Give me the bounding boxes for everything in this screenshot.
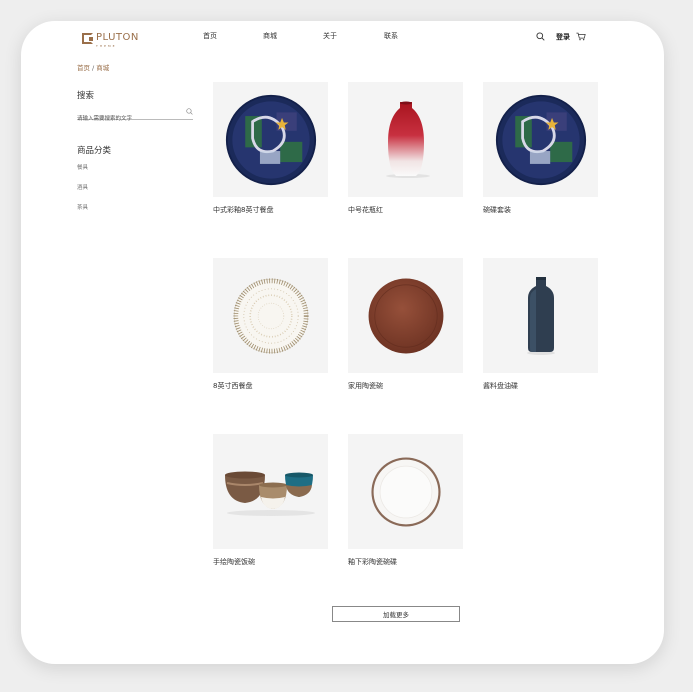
product-name[interactable]: 家用陶瓷碗	[348, 381, 463, 391]
product-image[interactable]	[348, 434, 463, 549]
decorated-plate-icon	[495, 94, 586, 185]
nav-shop[interactable]: 商城	[263, 31, 277, 41]
product-name[interactable]: 中号花瓶红	[348, 205, 463, 215]
page-card: PLUTON THEME 首页 商城 关于 联系 登录 首页/商城 搜索 商品分…	[21, 21, 664, 664]
product-card[interactable]: 釉下彩陶瓷碗碟	[348, 434, 463, 567]
product-image[interactable]	[213, 82, 328, 197]
product-name[interactable]: 中式彩釉8英寸餐盘	[213, 205, 328, 215]
product-image[interactable]	[348, 82, 463, 197]
product-image[interactable]	[348, 258, 463, 373]
product-name[interactable]: 酱料盘油碟	[483, 381, 598, 391]
product-card[interactable]: 碗碟套装	[483, 82, 598, 215]
product-card[interactable]: 中号花瓶红	[348, 82, 463, 215]
logo-mark-icon	[82, 32, 93, 44]
product-image[interactable]	[483, 82, 598, 197]
load-more-button[interactable]: 加载更多	[332, 606, 460, 622]
product-card[interactable]: 手绘陶瓷饭碗	[213, 434, 328, 567]
search-input[interactable]	[77, 113, 181, 125]
striped-plate-icon	[232, 277, 309, 354]
category-item[interactable]: 餐具	[77, 163, 88, 171]
nav-about[interactable]: 关于	[323, 31, 337, 41]
category-item[interactable]: 酒具	[77, 183, 88, 191]
breadcrumb: 首页 / 商城	[77, 62, 109, 72]
brown-plate-icon	[368, 278, 443, 353]
login-link[interactable]: 登录	[556, 32, 570, 42]
category-item[interactable]: 茶具	[77, 203, 88, 211]
search-title: 搜索	[77, 91, 95, 101]
bowls-icon	[224, 471, 315, 516]
product-image[interactable]	[483, 258, 598, 373]
cart-icon[interactable]	[576, 32, 586, 41]
search-icon[interactable]	[186, 108, 193, 115]
brand-name: PLUTON	[96, 32, 139, 43]
product-image[interactable]	[213, 434, 328, 549]
product-image[interactable]	[213, 258, 328, 373]
search-box	[77, 105, 193, 125]
product-card[interactable]: 8英寸西餐盘	[213, 258, 328, 391]
product-name[interactable]: 釉下彩陶瓷碗碟	[348, 557, 463, 567]
product-card[interactable]: 酱料盘油碟	[483, 258, 598, 391]
white-plate-icon	[370, 456, 441, 527]
breadcrumb-current: 商城	[96, 64, 110, 72]
decorated-plate-icon	[225, 94, 316, 185]
blue-bottle-icon	[526, 276, 555, 355]
breadcrumb-home[interactable]: 首页	[77, 64, 90, 72]
breadcrumb-separator: /	[92, 64, 95, 72]
product-name[interactable]: 手绘陶瓷饭碗	[213, 557, 328, 567]
category-title: 商品分类	[77, 146, 112, 156]
product-card[interactable]: 家用陶瓷碗	[348, 258, 463, 391]
product-card[interactable]: 中式彩釉8英寸餐盘	[213, 82, 328, 215]
search-icon[interactable]	[536, 32, 545, 41]
nav-home[interactable]: 首页	[203, 31, 217, 41]
nav-contact[interactable]: 联系	[384, 31, 398, 41]
red-vase-icon	[385, 101, 430, 178]
product-name[interactable]: 8英寸西餐盘	[213, 381, 328, 391]
product-name[interactable]: 碗碟套装	[483, 205, 598, 215]
brand-sub: THEME	[96, 44, 117, 48]
brand-logo[interactable]: PLUTON THEME	[82, 29, 139, 48]
